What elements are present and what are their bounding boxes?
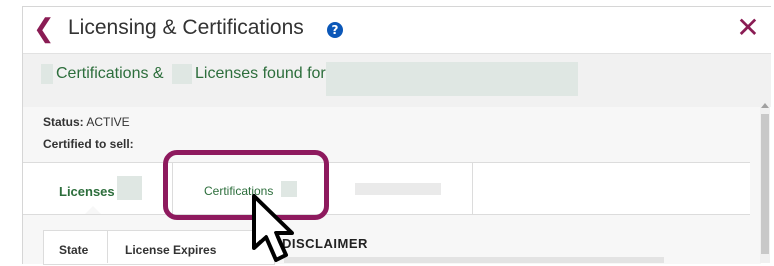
status-label: Status: [43, 115, 84, 129]
tab-divider [472, 163, 473, 214]
redacted-count-2 [172, 64, 192, 84]
mouse-pointer-icon [252, 194, 294, 262]
disclaimer-text [284, 257, 664, 263]
scroll-thumb[interactable] [761, 114, 769, 254]
column-header-state[interactable]: State [59, 243, 88, 257]
help-icon[interactable]: ? [327, 22, 343, 38]
panel-header: ❮ Licensing & Certifications ? ✕ [23, 7, 771, 54]
found-text-part1: Certifications & [56, 65, 164, 82]
redacted-license-count [117, 176, 142, 200]
redacted-count-1 [41, 64, 53, 84]
vertical-scrollbar[interactable] [760, 100, 770, 263]
active-tab-indicator [85, 206, 101, 214]
column-header-license-expires[interactable]: License Expires [125, 243, 216, 257]
page-title: Licensing & Certifications [68, 16, 304, 39]
column-divider [107, 231, 108, 263]
tab-licenses[interactable]: Licenses [59, 184, 115, 199]
status-value: ACTIVE [86, 115, 130, 129]
redacted-tab[interactable] [355, 183, 441, 195]
scroll-up-arrow-icon[interactable] [761, 103, 769, 108]
back-chevron-icon[interactable]: ❮ [33, 13, 57, 43]
close-icon[interactable]: ✕ [735, 13, 761, 43]
status-line: Status: ACTIVE [43, 115, 130, 129]
redacted-name [326, 62, 578, 96]
found-text-part2: Licenses found for [195, 65, 326, 82]
certified-to-sell-label: Certified to sell: [43, 137, 134, 151]
